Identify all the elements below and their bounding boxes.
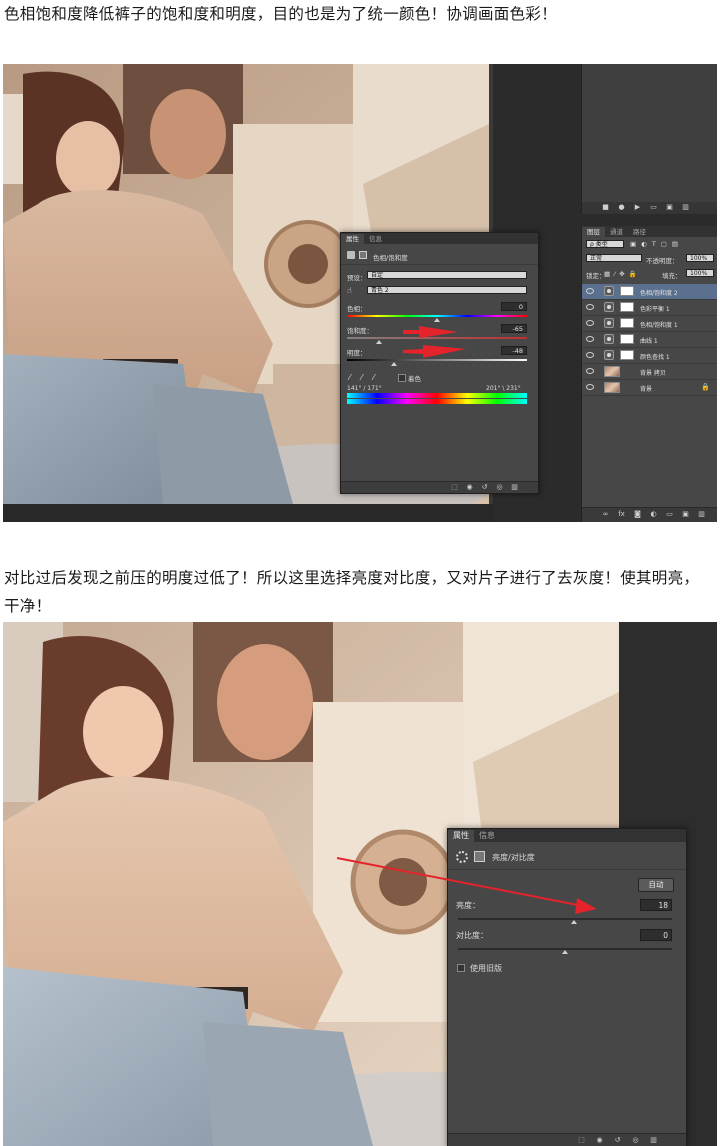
lock-icon: 🔒: [701, 383, 710, 391]
play-icon[interactable]: ▶: [634, 204, 641, 211]
fill-field[interactable]: 100%: [686, 269, 714, 277]
saturation-arrow: [403, 326, 458, 338]
lightness-arrow: [403, 345, 466, 358]
fill-value: 100%: [690, 270, 708, 277]
adjustment-layer-icon: [604, 334, 614, 344]
lock-label: 锁定：: [586, 272, 606, 280]
layer-mask-thumbnail[interactable]: [620, 334, 634, 344]
fx-icon[interactable]: fx: [618, 511, 625, 518]
brightness-arrow-head: [575, 898, 597, 914]
lock-icons[interactable]: ▦⁄✥🔒: [604, 270, 641, 278]
stop-icon[interactable]: ■: [602, 204, 609, 211]
upper-dock-panel: ■ ● ▶ ▭ ▣ ▥: [581, 64, 717, 214]
layer-visibility-eye-icon[interactable]: [586, 352, 594, 358]
layer-list: 色相/饱和度 2 色彩平衡 1 色相/饱和度 1 曲线 1 颜色查找 1 背景 拷贝背景 🔒: [582, 284, 717, 396]
layer-mask-thumbnail[interactable]: [620, 302, 634, 312]
brightness-arrow-line: [336, 857, 584, 907]
layer-row[interactable]: 背景 拷贝: [582, 364, 717, 380]
layer-name: 颜色查找 1: [640, 354, 670, 361]
caption-hue-saturation: 色相饱和度降低裤子的饱和度和明度，目的也是为了统一颜色！协调画面色彩！: [4, 5, 558, 23]
layer-name: 曲线 1: [640, 338, 658, 345]
layer-visibility-eye-icon[interactable]: [586, 368, 594, 374]
annotation-arrow-2: [336, 857, 597, 914]
layer-row[interactable]: 曲线 1: [582, 332, 717, 348]
tab-paths[interactable]: 路径: [628, 227, 651, 237]
layer-visibility-eye-icon[interactable]: [586, 288, 594, 294]
layer-row[interactable]: 颜色查找 1: [582, 348, 717, 364]
upper-dock-footer: ■ ● ▶ ▭ ▣ ▥: [582, 202, 717, 214]
layer-kind-label: ρ 类型: [590, 241, 608, 248]
link-icon[interactable]: ∞: [602, 511, 609, 518]
blend-mode-dropdown[interactable]: 正常: [586, 254, 642, 262]
record-icon[interactable]: ●: [618, 204, 625, 211]
photoshop-screenshot-1: 属性 信息 色相/饱和度 预设： 自定 ☝ 青色 2 色相： 0 饱和度： -6…: [3, 64, 717, 522]
tab-channels[interactable]: 通道: [605, 227, 628, 237]
layer-name: 色彩平衡 1: [640, 306, 670, 313]
tab-layers[interactable]: 图层: [582, 227, 605, 237]
layer-kind-filter[interactable]: ρ 类型: [586, 240, 624, 248]
new-adjustment-icon[interactable]: ◐: [650, 511, 657, 518]
layer-row[interactable]: 背景 🔒: [582, 380, 717, 396]
folder-icon[interactable]: ▭: [650, 204, 657, 211]
layer-visibility-eye-icon[interactable]: [586, 384, 594, 390]
adjustment-layer-icon: [604, 318, 614, 328]
add-mask-icon[interactable]: ◙: [634, 511, 641, 518]
layer-mask-thumbnail[interactable]: [620, 318, 634, 328]
adjustment-layer-icon: [604, 286, 614, 296]
layer-name: 色相/饱和度 1: [640, 322, 678, 329]
layer-visibility-eye-icon[interactable]: [586, 304, 594, 310]
layer-visibility-eye-icon[interactable]: [586, 320, 594, 326]
filter-icons[interactable]: ▣◐T▢▤: [630, 240, 683, 248]
layers-panel: 图层 通道 路径 ρ 类型 ▣◐T▢▤ 正常 不透明度： 100% 锁定： ▦⁄…: [581, 226, 717, 522]
blend-mode-value: 正常: [590, 255, 603, 262]
fill-label: 填充：: [662, 272, 682, 280]
caption-brightness-contrast: 对比过后发现之前压的明度过低了！所以这里选择亮度对比度，又对片子进行了去灰度！使…: [4, 569, 700, 615]
opacity-field[interactable]: 100%: [686, 254, 714, 262]
new-action-icon[interactable]: ▣: [666, 204, 673, 211]
adjustment-layer-icon: [604, 302, 614, 312]
opacity-label: 不透明度：: [646, 257, 679, 265]
layer-row[interactable]: 色相/饱和度 1: [582, 316, 717, 332]
new-layer-icon[interactable]: ▣: [682, 511, 689, 518]
layer-mask-thumbnail[interactable]: [620, 350, 634, 360]
layer-name: 背景 拷贝: [640, 370, 666, 377]
new-group-icon[interactable]: ▭: [666, 511, 673, 518]
layer-visibility-eye-icon[interactable]: [586, 336, 594, 342]
layer-name: 色相/饱和度 2: [640, 290, 678, 297]
layer-thumbnail: [604, 382, 620, 393]
layer-thumbnail: [604, 366, 620, 377]
layer-name: 背景: [640, 386, 653, 393]
opacity-value: 100%: [690, 255, 708, 262]
photoshop-screenshot-2: 属性 信息 亮度/对比度 自动 亮度： 18 对比度： 0 使用旧版 ⬚ ◉ ↺…: [3, 622, 717, 1146]
layers-footer: ∞ fx ◙ ◐ ▭ ▣ ▥: [582, 507, 717, 522]
adjustment-layer-icon: [604, 350, 614, 360]
delete-icon[interactable]: ▥: [682, 204, 689, 211]
layer-row[interactable]: 色彩平衡 1: [582, 300, 717, 316]
layer-mask-thumbnail[interactable]: [620, 286, 634, 296]
layers-tabs: 图层 通道 路径: [582, 226, 717, 237]
delete-layer-icon[interactable]: ▥: [698, 511, 705, 518]
layer-row[interactable]: 色相/饱和度 2: [582, 284, 717, 300]
